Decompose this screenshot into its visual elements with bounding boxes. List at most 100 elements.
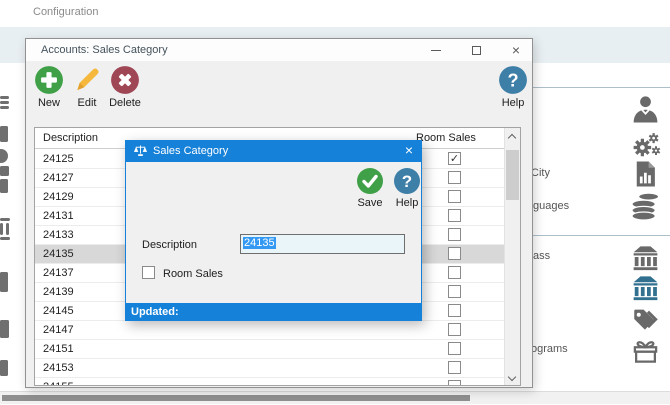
edit-button[interactable]: Edit	[66, 65, 108, 109]
row-description: 24153	[43, 362, 74, 374]
minimize-button[interactable]	[430, 49, 441, 51]
room-sales-checkbox[interactable]: ✓	[448, 152, 461, 165]
background-label[interactable]: ass	[533, 250, 550, 262]
dialog-help-icon: ?	[393, 167, 421, 195]
horizontal-scrollbar-thumb[interactable]	[2, 395, 470, 401]
save-button-label: Save	[357, 197, 383, 209]
dialog-status-bar: Updated:	[125, 303, 422, 321]
background-label[interactable]: guages	[533, 200, 569, 212]
row-description: 24155	[43, 381, 74, 385]
row-description: 24145	[43, 305, 74, 317]
new-plus-icon	[34, 65, 64, 95]
description-input-selected-text: 24135	[243, 237, 276, 249]
description-input[interactable]: 24135	[240, 234, 405, 254]
room-sales-checkbox[interactable]	[448, 171, 461, 184]
save-check-icon	[356, 167, 384, 195]
help-button-label: Help	[501, 97, 525, 109]
bank-icon[interactable]	[629, 242, 662, 272]
row-description: 24127	[43, 172, 74, 184]
window-titlebar[interactable]: Accounts: Sales Category ×	[26, 39, 532, 61]
table-row[interactable]: 24153	[35, 359, 504, 378]
window-title: Accounts: Sales Category	[41, 44, 168, 56]
edit-pencil-icon	[72, 65, 102, 95]
horizontal-scrollbar[interactable]	[0, 391, 670, 404]
background-icon-fragment	[0, 360, 8, 376]
row-description: 24131	[43, 210, 74, 222]
breadcrumb[interactable]: Configuration	[33, 6, 98, 18]
help-button[interactable]: ? Help	[492, 65, 534, 109]
dialog-titlebar[interactable]: Sales Category ×	[125, 140, 422, 162]
dialog-room-sales-label: Room Sales	[163, 268, 223, 280]
room-sales-checkbox[interactable]	[448, 266, 461, 279]
table-row[interactable]: 24151	[35, 340, 504, 359]
coins-icon[interactable]	[629, 191, 662, 221]
room-sales-checkbox[interactable]	[448, 342, 461, 355]
background-icon-fragment	[0, 237, 10, 240]
dialog-room-sales-checkbox[interactable]	[142, 266, 155, 279]
row-description: 24137	[43, 267, 74, 279]
room-sales-checkbox[interactable]	[448, 380, 461, 385]
room-sales-checkbox[interactable]	[448, 361, 461, 374]
delete-button[interactable]: Delete	[104, 65, 146, 109]
column-header-room-sales[interactable]: Room Sales	[416, 132, 476, 144]
row-description: 24133	[43, 229, 74, 241]
room-sales-checkbox[interactable]	[448, 247, 461, 260]
background-icon-fragment	[0, 101, 9, 104]
background-icon-fragment	[0, 96, 9, 99]
background-icon-fragment	[0, 149, 8, 163]
room-sales-checkbox[interactable]	[448, 285, 461, 298]
row-description: 24129	[43, 191, 74, 203]
svg-text:?: ?	[507, 70, 518, 90]
app-background: Configuration City guages ass ograms Acc…	[0, 0, 670, 405]
toolbar: New Edit Delete ? Help	[26, 61, 532, 117]
room-sales-checkbox[interactable]	[448, 190, 461, 203]
background-icon-fragment	[0, 272, 8, 292]
room-sales-checkbox[interactable]	[448, 209, 461, 222]
description-label: Description	[142, 239, 198, 251]
room-sales-checkbox[interactable]	[448, 323, 461, 336]
vertical-scrollbar-thumb[interactable]	[506, 150, 519, 200]
gears-icon[interactable]	[629, 130, 662, 160]
tags-icon[interactable]	[629, 304, 662, 334]
help-icon: ?	[498, 65, 528, 95]
divider	[533, 235, 670, 236]
table-row[interactable]: 24155	[35, 378, 504, 385]
new-button[interactable]: New	[28, 65, 70, 109]
room-sales-checkbox[interactable]	[448, 304, 461, 317]
maximize-button[interactable]	[471, 45, 481, 55]
background-icon-fragment	[6, 223, 9, 235]
background-icon-fragment	[0, 166, 9, 176]
scroll-up-icon[interactable]	[507, 133, 517, 143]
scroll-down-icon[interactable]	[507, 372, 517, 382]
vertical-scrollbar[interactable]	[504, 128, 520, 385]
delete-button-label: Delete	[109, 97, 141, 109]
svg-text:?: ?	[402, 172, 412, 191]
close-button[interactable]: ×	[512, 43, 520, 57]
column-header-description[interactable]: Description	[43, 132, 98, 144]
background-icon-fragment	[0, 106, 9, 109]
divider	[533, 87, 670, 88]
dialog-help-label: Help	[395, 197, 419, 209]
report-chart-icon[interactable]	[629, 159, 662, 189]
table-row[interactable]: 24147	[35, 321, 504, 340]
background-icon-fragment	[0, 320, 9, 338]
bank-blue-icon[interactable]	[629, 272, 662, 302]
dialog-help-button[interactable]: ? Help	[390, 167, 424, 209]
gift-icon[interactable]	[629, 336, 662, 366]
background-icon-fragment	[0, 223, 3, 235]
row-description: 24151	[43, 343, 74, 355]
background-icon-fragment	[0, 126, 8, 142]
row-description: 24135	[43, 248, 74, 260]
new-button-label: New	[37, 97, 60, 109]
row-description: 24125	[43, 153, 74, 165]
user-icon[interactable]	[629, 95, 662, 125]
background-label[interactable]: ograms	[531, 343, 568, 355]
edit-button-label: Edit	[77, 97, 97, 109]
save-button[interactable]: Save	[353, 167, 387, 209]
background-label[interactable]: City	[531, 167, 550, 179]
dialog-title: Sales Category	[153, 145, 229, 157]
dialog-close-icon[interactable]: ×	[405, 142, 413, 158]
background-icon-fragment	[0, 218, 10, 221]
sales-category-dialog: Sales Category × Save ? Help Description…	[125, 140, 422, 321]
room-sales-checkbox[interactable]	[448, 228, 461, 241]
